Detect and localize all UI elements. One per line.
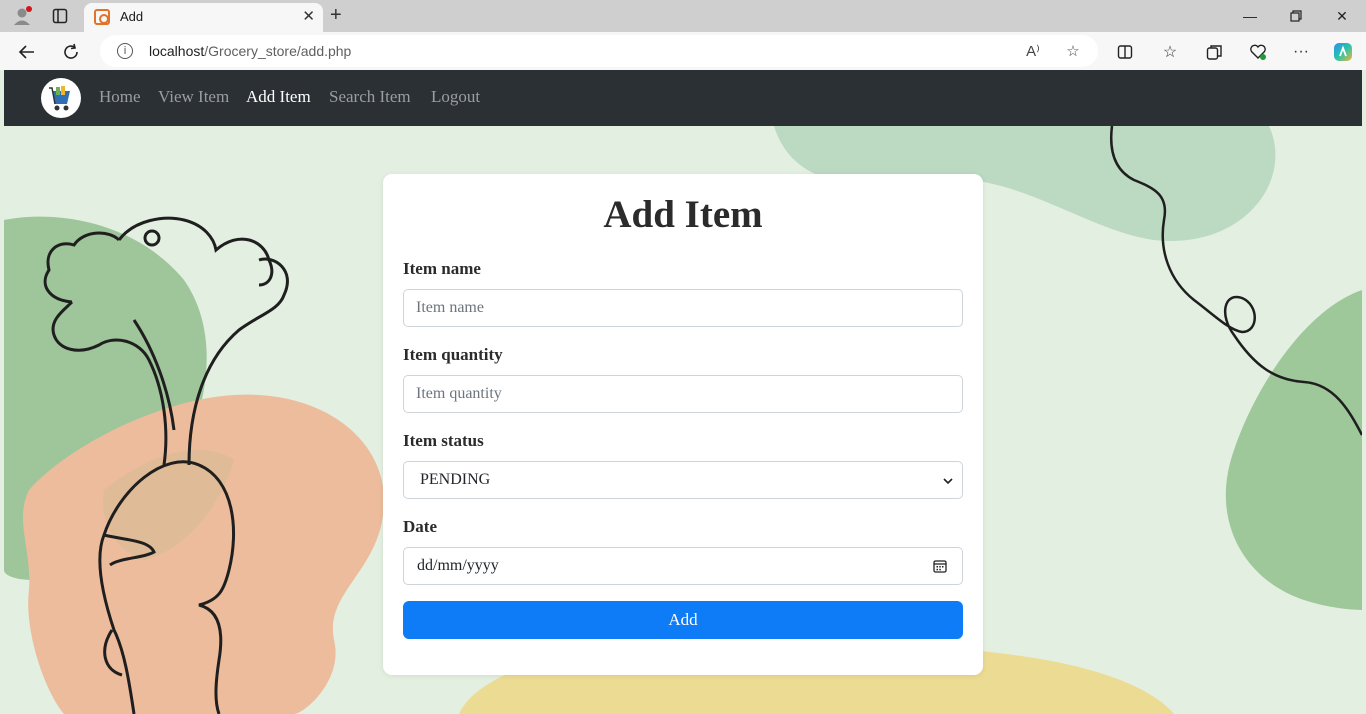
restore-icon[interactable] bbox=[1273, 4, 1319, 28]
favorite-star-icon[interactable]: ☆ bbox=[1062, 40, 1084, 62]
more-options-icon[interactable]: ··· bbox=[1289, 40, 1313, 64]
address-bar[interactable]: i localhost/Grocery_store/add.php A⁾ ☆ bbox=[100, 35, 1098, 67]
nav-logout[interactable]: Logout bbox=[431, 87, 480, 107]
nav-view-item[interactable]: View Item bbox=[158, 87, 229, 107]
item-name-input[interactable] bbox=[403, 289, 963, 327]
item-status-label: Item status bbox=[403, 431, 484, 450]
item-quantity-label: Item quantity bbox=[403, 345, 503, 364]
copilot-icon[interactable] bbox=[1331, 40, 1355, 64]
add-item-card: Add Item Item name Item quantity Item st… bbox=[383, 174, 983, 675]
browser-essentials-icon[interactable] bbox=[1246, 40, 1270, 64]
read-aloud-icon[interactable]: A⁾ bbox=[1022, 40, 1044, 62]
item-name-label: Item name bbox=[403, 259, 481, 278]
nav-home[interactable]: Home bbox=[99, 87, 141, 107]
nav-add-item[interactable]: Add Item bbox=[246, 87, 311, 107]
date-input[interactable]: dd/mm/yyyy bbox=[403, 547, 963, 585]
page-title: Add Item bbox=[603, 193, 763, 236]
calendar-icon[interactable] bbox=[933, 559, 947, 578]
url-text: localhost/Grocery_store/add.php bbox=[149, 43, 352, 59]
browser-toolbar: i localhost/Grocery_store/add.php A⁾ ☆ ☆… bbox=[0, 32, 1366, 70]
grocery-logo[interactable] bbox=[41, 78, 81, 118]
profile-icon[interactable] bbox=[10, 4, 34, 28]
favorites-icon[interactable]: ☆ bbox=[1158, 40, 1182, 64]
item-status-select[interactable]: PENDING bbox=[403, 461, 963, 499]
close-tab-icon[interactable]: ✕ bbox=[302, 7, 315, 25]
site-info-icon[interactable]: i bbox=[117, 43, 133, 59]
refresh-icon[interactable] bbox=[58, 39, 84, 65]
date-value: dd/mm/yyyy bbox=[417, 557, 499, 574]
item-quantity-input[interactable] bbox=[403, 375, 963, 413]
chevron-down-icon bbox=[942, 474, 954, 492]
add-button[interactable]: Add bbox=[403, 601, 963, 639]
nav-search-item[interactable]: Search Item bbox=[329, 87, 411, 107]
back-icon[interactable] bbox=[14, 39, 40, 65]
xampp-icon bbox=[94, 9, 110, 25]
date-label: Date bbox=[403, 517, 437, 536]
split-screen-icon[interactable] bbox=[1113, 40, 1137, 64]
tab-title: Add bbox=[120, 9, 144, 24]
page-viewport: Home View Item Add Item Search Item Logo… bbox=[4, 70, 1362, 714]
new-tab-icon[interactable]: + bbox=[330, 4, 342, 27]
top-navbar: Home View Item Add Item Search Item Logo… bbox=[4, 70, 1362, 126]
browser-tab[interactable]: Add ✕ bbox=[84, 3, 323, 32]
item-status-value: PENDING bbox=[420, 471, 491, 488]
minimize-icon[interactable]: — bbox=[1227, 4, 1273, 28]
tab-actions-icon[interactable] bbox=[48, 4, 72, 28]
close-window-icon[interactable]: ✕ bbox=[1319, 4, 1365, 28]
collections-icon[interactable] bbox=[1202, 40, 1226, 64]
browser-tab-bar: Add ✕ + — ✕ bbox=[0, 0, 1366, 32]
